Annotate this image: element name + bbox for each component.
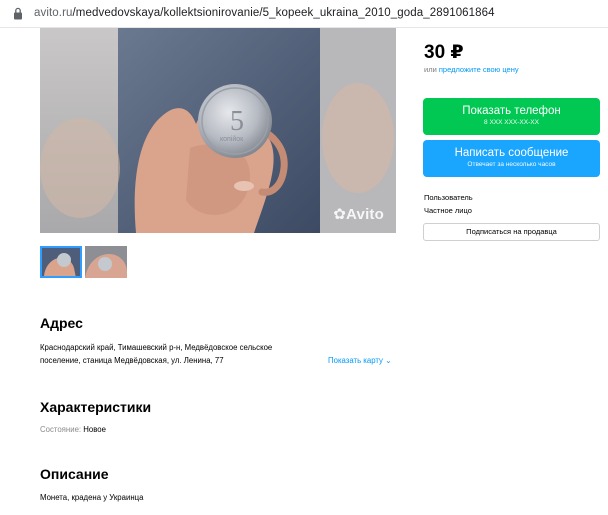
- thumbnail-1[interactable]: [40, 246, 82, 278]
- url-path: /medvedovskaya/kollektsionirovanie/5_kop…: [72, 7, 495, 19]
- url-host: avito.ru: [34, 7, 73, 19]
- avito-watermark: ✿Avito: [333, 206, 384, 223]
- suggest-price-link[interactable]: предложите свою цену: [439, 65, 519, 74]
- coin-inscription: копійок: [220, 135, 244, 143]
- show-phone-button[interactable]: Показать телефон 8 XXX XXX-XX-XX: [423, 98, 600, 135]
- condition-label: Состояние:: [40, 425, 82, 434]
- thumbnail-1-image: [40, 246, 82, 278]
- browser-address-bar[interactable]: avito.ru/medvedovskaya/kollektsionirovan…: [0, 0, 608, 28]
- price-offer-line: или предложите свою цену: [424, 65, 519, 74]
- seller-name[interactable]: Пользователь: [424, 193, 473, 202]
- watermark-text: Avito: [346, 206, 384, 223]
- show-map-label: Показать карту: [328, 356, 383, 365]
- lock-icon: [14, 7, 22, 20]
- condition-row: Состояние: Новое: [40, 425, 106, 434]
- subscribe-seller-button[interactable]: Подписаться на продавца: [423, 223, 600, 241]
- address-heading: Адрес: [40, 315, 83, 331]
- price: 30 ₽: [424, 42, 464, 63]
- characteristics-heading: Характеристики: [40, 399, 152, 415]
- write-message-button[interactable]: Написать сообщение Отвечает за несколько…: [423, 140, 600, 177]
- phone-mask: 8 XXX XXX-XX-XX: [484, 119, 539, 126]
- address-text: Краснодарский край, Тимашевский р-н, Мед…: [40, 341, 330, 367]
- coin-numeral: 5: [230, 106, 244, 137]
- address-line-2: поселение, станица Медвёдовская, ул. Лен…: [40, 356, 224, 365]
- url-text[interactable]: avito.ru/medvedovskaya/kollektsionirovan…: [34, 7, 495, 19]
- listing-photo: 5 копійок: [40, 28, 396, 233]
- offer-prefix: или: [424, 65, 439, 74]
- thumbnail-2-image: [85, 246, 127, 278]
- show-map-link[interactable]: Показать карту ⌄: [328, 356, 392, 365]
- description-text: Монета, крадена у Украинца: [40, 493, 144, 502]
- chevron-down-icon: ⌄: [385, 356, 392, 365]
- description-heading: Описание: [40, 466, 109, 482]
- photo-gallery[interactable]: 5 копійок ✿Avito: [40, 28, 396, 233]
- address-line-1: Краснодарский край, Тимашевский р-н, Мед…: [40, 343, 273, 352]
- seller-type: Частное лицо: [424, 206, 472, 215]
- write-message-label: Написать сообщение: [454, 147, 569, 159]
- thumbnail-2[interactable]: [85, 246, 127, 278]
- show-phone-label: Показать телефон: [462, 105, 561, 117]
- condition-value: Новое: [83, 425, 106, 434]
- response-time: Отвечает за несколько часов: [467, 161, 556, 168]
